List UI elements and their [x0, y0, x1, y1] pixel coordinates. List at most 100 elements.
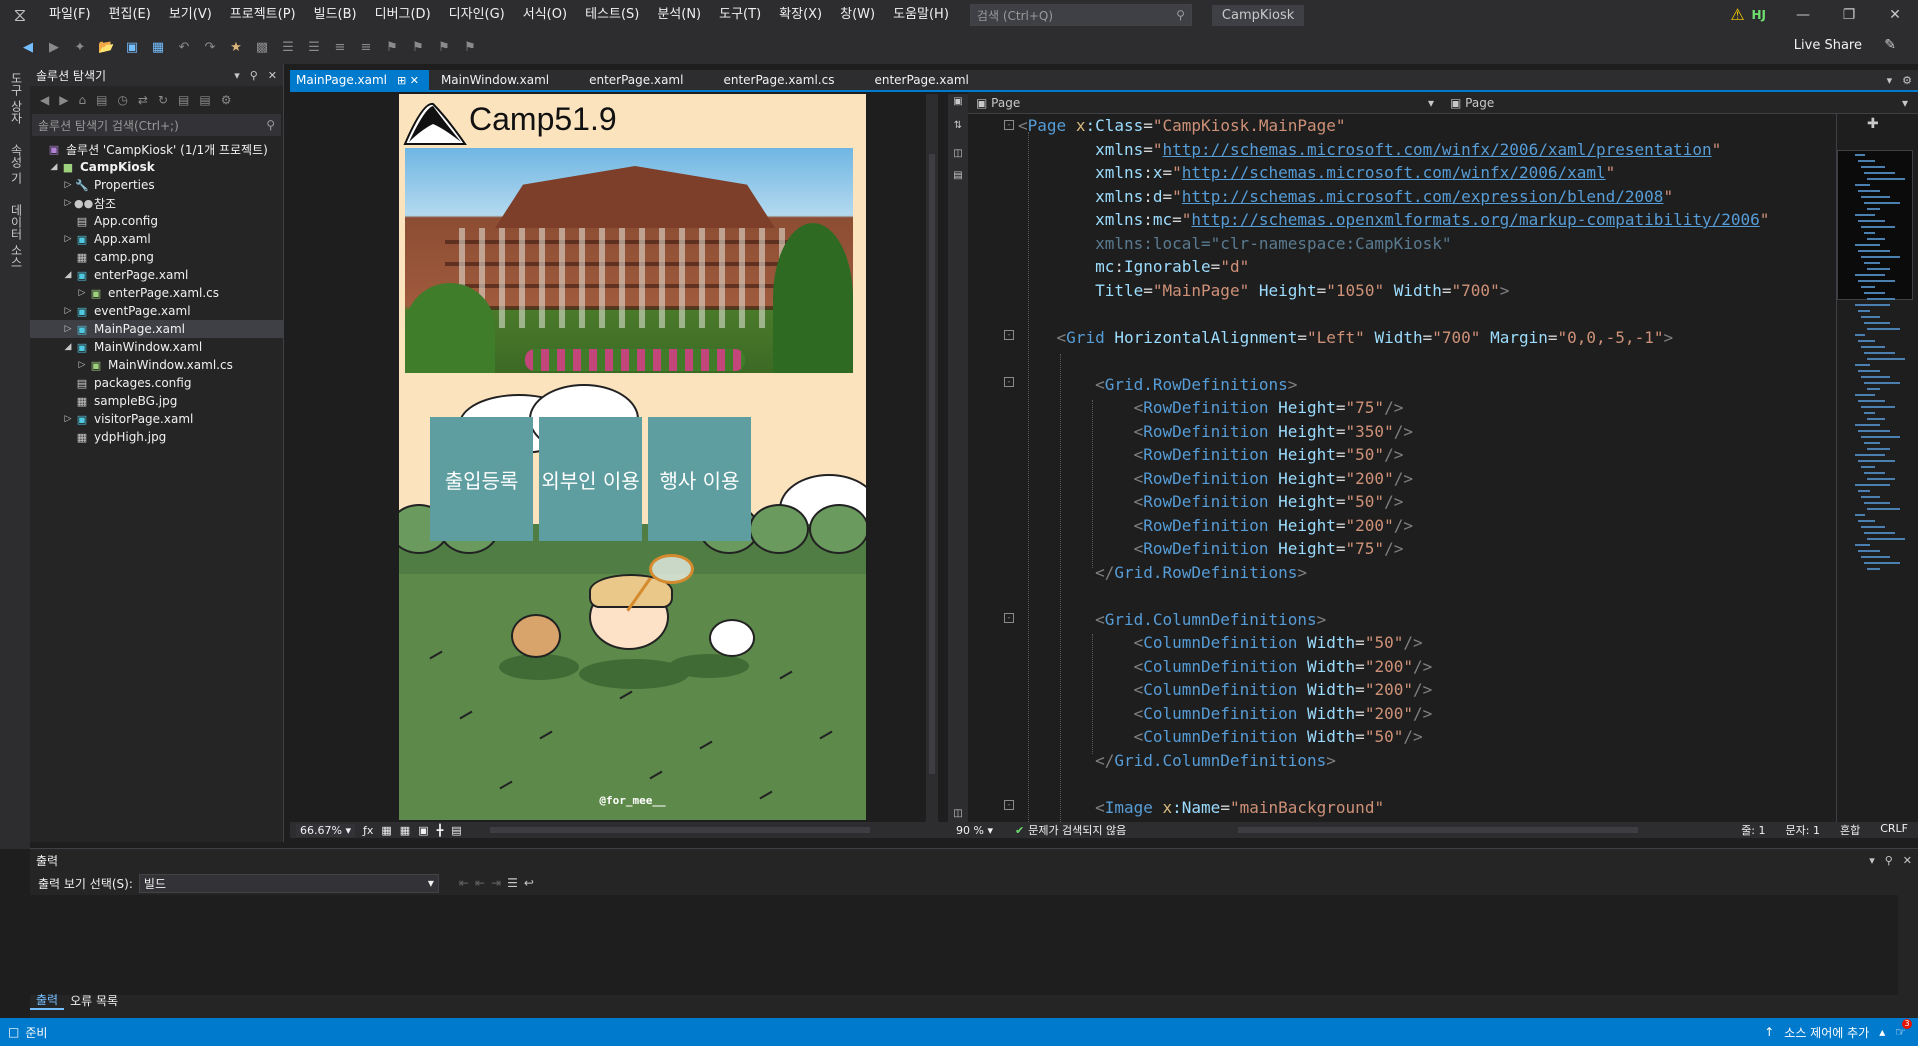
dropdown-icon[interactable]: ▾	[234, 69, 240, 82]
code-line[interactable]: <RowDefinition Height="200"/>	[1018, 467, 1769, 491]
snap-grid-icon[interactable]: ▦	[400, 824, 410, 837]
code-line[interactable]: <RowDefinition Height="200"/>	[1018, 514, 1769, 538]
code-line[interactable]: <RowDefinition Height="50"/>	[1018, 443, 1769, 467]
code-line[interactable]: <RowDefinition Height="350"/>	[1018, 420, 1769, 444]
undo-icon[interactable]: ↶	[176, 40, 192, 55]
collapsed-arrow-icon[interactable]: ▷	[62, 324, 74, 334]
document-tab[interactable]: enterPage.xaml.cs	[711, 70, 862, 90]
tab-list-icon[interactable]: ▾	[1887, 74, 1893, 87]
code-line[interactable]: mc:Ignorable="d"	[1018, 255, 1769, 279]
artboard-icon[interactable]: ▣	[418, 824, 428, 837]
new-project-icon[interactable]: ✦	[72, 40, 88, 55]
tree-item[interactable]: ▷ ▣ MainWindow.xaml.cs	[30, 356, 283, 374]
kiosk-button[interactable]: 출입등록	[430, 417, 533, 541]
menu-item[interactable]: 서식(O)	[514, 0, 576, 30]
home-icon[interactable]: ⌂	[78, 93, 86, 107]
properties-icon[interactable]: ⚙	[221, 93, 232, 107]
menu-item[interactable]: 프로젝트(P)	[221, 0, 305, 30]
notifications-bell-icon[interactable]: ☞ 3	[1895, 1019, 1912, 1039]
align-left-icon[interactable]: ☰	[280, 40, 296, 55]
code-line[interactable]	[1018, 349, 1769, 373]
tree-item[interactable]: ▦ ydpHigh.jpg	[30, 428, 283, 446]
tree-item[interactable]: ◢ ■ CampKiosk	[30, 158, 283, 176]
redo-icon[interactable]: ↷	[202, 40, 218, 55]
output-tab[interactable]: 오류 목록	[64, 992, 124, 1009]
menu-item[interactable]: 창(W)	[831, 0, 884, 30]
collapsed-arrow-icon[interactable]: ▷	[62, 180, 74, 190]
save-icon[interactable]: ▣	[124, 40, 140, 55]
project-code-icon[interactable]: ▤	[451, 824, 461, 837]
live-share-button[interactable]: Live Share	[1794, 38, 1862, 53]
close-icon[interactable]: ✕	[1903, 854, 1912, 867]
designer-scroll-thumb[interactable]	[929, 154, 935, 774]
warning-icon[interactable]: ⚠	[1727, 5, 1747, 25]
swap-panes-icon[interactable]: ⇅	[952, 120, 964, 132]
expanded-arrow-icon[interactable]: ◢	[48, 162, 60, 172]
close-icon[interactable]: ✕	[268, 69, 277, 82]
collapsed-arrow-icon[interactable]: ▷	[62, 414, 74, 424]
editor-horizontal-scrollbar[interactable]	[1238, 827, 1638, 833]
code-line[interactable]	[1018, 302, 1769, 326]
pin-icon[interactable]: ⚲	[250, 69, 258, 82]
collapse-icon[interactable]: -	[1004, 613, 1014, 623]
code-line[interactable]: <ColumnDefinition Width="200"/>	[1018, 702, 1769, 726]
code-line[interactable]: <Grid.ColumnDefinitions>	[1018, 608, 1769, 632]
minimize-button[interactable]: —	[1780, 7, 1826, 23]
bookmark-icon[interactable]: ⚑	[384, 40, 400, 55]
menu-item[interactable]: 분석(N)	[648, 0, 710, 30]
collapsed-arrow-icon[interactable]: ▷	[62, 198, 74, 208]
collapsed-arrow-icon[interactable]: ▷	[76, 288, 88, 298]
collapse-icon[interactable]: -	[1004, 330, 1014, 340]
designer-zoom-select[interactable]: 66.67% ▾	[296, 823, 355, 837]
properties-tab[interactable]: 속성 기	[8, 144, 25, 184]
code-line[interactable]: <ColumnDefinition Width="200"/>	[1018, 678, 1769, 702]
tree-item[interactable]: ▷ ▣ App.xaml	[30, 230, 283, 248]
menu-item[interactable]: 디버그(D)	[366, 0, 440, 30]
collapsed-arrow-icon[interactable]: ▷	[62, 306, 74, 316]
menu-item[interactable]: 파일(F)	[40, 0, 100, 30]
expanded-arrow-icon[interactable]: ◢	[62, 270, 74, 280]
dropdown-icon[interactable]: ▾	[1869, 854, 1875, 867]
toolbox-tab[interactable]: 도구 상자	[8, 72, 25, 124]
collapsed-arrow-icon[interactable]: ▷	[76, 360, 88, 370]
code-line[interactable]: <ColumnDefinition Width="200"/>	[1018, 655, 1769, 679]
sync-icon[interactable]: ⇄	[138, 93, 148, 107]
split-add-icon[interactable]: ✚	[1867, 116, 1879, 132]
document-tab[interactable]: MainPage.xaml ⊞ ✕	[290, 70, 429, 90]
visual-studio-logo-icon[interactable]: ⧖	[0, 0, 40, 30]
prev-bookmark-icon[interactable]: ⚑	[410, 40, 426, 55]
nav-left-dropdown[interactable]: ▣ Page ▾	[968, 96, 1442, 110]
menu-item[interactable]: 빌드(B)	[305, 0, 366, 30]
next-message-icon[interactable]: ⇥	[491, 876, 501, 890]
horizontal-split-icon[interactable]: ◫	[952, 808, 964, 820]
menu-item[interactable]: 도움말(H)	[884, 0, 958, 30]
code-line[interactable]: </Grid.RowDefinitions>	[1018, 561, 1769, 585]
restore-button[interactable]: ❐	[1826, 7, 1872, 23]
menu-item[interactable]: 확장(X)	[770, 0, 831, 30]
open-folder-icon[interactable]: 📂	[98, 40, 114, 55]
back-icon[interactable]: ◀	[20, 40, 36, 55]
tree-item[interactable]: ▷ ▣ enterPage.xaml.cs	[30, 284, 283, 302]
feedback-icon[interactable]: ✎	[1884, 37, 1896, 53]
vertical-split-icon[interactable]: ◫	[952, 148, 964, 160]
code-line[interactable]: xmlns:local="clr-namespace:CampKiosk"	[1018, 232, 1769, 256]
tree-item[interactable]: ▣ 솔루션 'CampKiosk' (1/1개 프로젝트)	[30, 140, 283, 158]
add-to-source-control-button[interactable]: 소스 제어에 추가	[1784, 1024, 1869, 1041]
designer-vertical-scrollbar[interactable]	[926, 94, 938, 822]
output-content[interactable]	[30, 895, 1898, 995]
align-center-icon[interactable]: ☰	[306, 40, 322, 55]
clear-bookmarks-icon[interactable]: ⚑	[462, 40, 478, 55]
tree-item[interactable]: ▦ camp.png	[30, 248, 283, 266]
code-line[interactable]: </Grid.ColumnDefinitions>	[1018, 749, 1769, 773]
code-line[interactable]: <Page x:Class="CampKiosk.MainPage"	[1018, 114, 1769, 138]
find-in-files-icon[interactable]: ★	[228, 40, 244, 55]
uncomment-icon[interactable]: ≡	[358, 40, 374, 55]
menu-item[interactable]: 디자인(G)	[440, 0, 514, 30]
menu-item[interactable]: 보기(V)	[160, 0, 221, 30]
code-line[interactable]: <Grid.RowDefinitions>	[1018, 373, 1769, 397]
collapse-icon[interactable]: -	[1004, 120, 1014, 130]
code-line[interactable]: xmlns:d="http://schemas.microsoft.com/ex…	[1018, 185, 1769, 209]
expanded-arrow-icon[interactable]: ◢	[62, 342, 74, 352]
show-all-files-icon[interactable]: ▤	[199, 93, 210, 107]
menu-item[interactable]: 테스트(S)	[576, 0, 648, 30]
